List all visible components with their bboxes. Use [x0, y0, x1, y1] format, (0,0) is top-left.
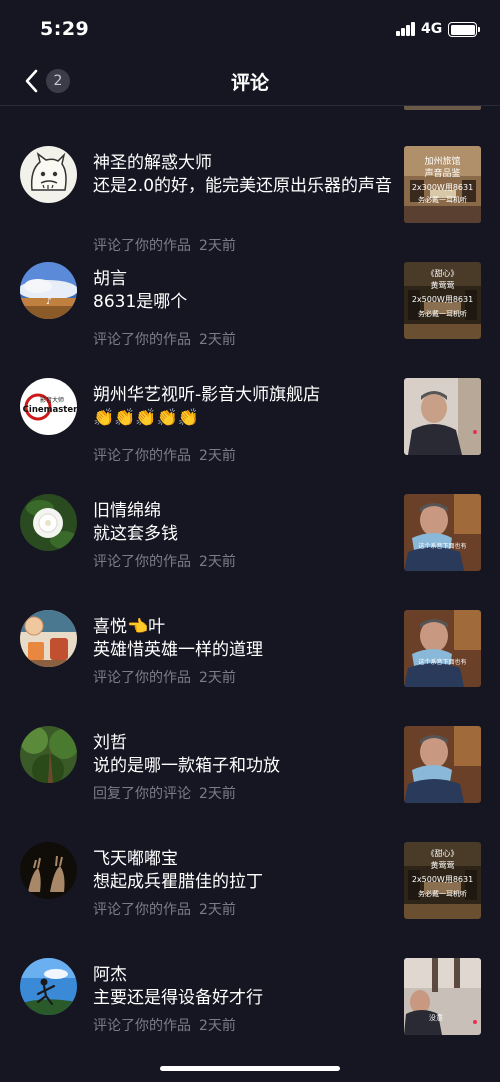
action-text: 回复了你的评论	[93, 786, 191, 802]
username[interactable]: 胡言	[93, 264, 127, 289]
avatar[interactable]	[20, 494, 77, 551]
thumb-caption: 这个系音下面也有	[418, 542, 466, 550]
list-item[interactable]: 神圣的解惑大师 还是2.0的好，能完美还原出乐器的声音 评论了你的作品 2天前 加…	[0, 120, 500, 254]
action-text: 评论了你的作品	[93, 332, 191, 348]
thumb-caption: 2x500W用8631	[412, 295, 473, 304]
thumb-caption: 这个系音下面也有	[418, 658, 466, 666]
thumb-caption: 2x300W用8631	[412, 183, 473, 192]
action-text: 评论了你的作品	[93, 902, 191, 918]
username[interactable]: 朔州华艺视听-影音大师旗舰店	[93, 380, 320, 405]
action-text: 评论了你的作品	[93, 554, 191, 570]
video-thumbnail[interactable]	[404, 378, 481, 455]
username[interactable]: 旧情绵绵	[93, 496, 161, 521]
action-text: 评论了你的作品	[93, 670, 191, 686]
nav-bar: 2 评论	[0, 56, 500, 106]
action-text: 评论了你的作品	[93, 448, 191, 464]
timestamp: 2天前	[199, 902, 236, 918]
avatar[interactable]	[20, 610, 77, 667]
comment-meta: 回复了你的评论 2天前	[93, 783, 236, 803]
comment-text: 👏👏👏👏👏	[93, 408, 199, 428]
thumb-caption: 黄莺莺	[431, 280, 455, 290]
avatar[interactable]	[20, 958, 77, 1015]
comment-meta: 评论了你的作品 2天前	[93, 667, 236, 687]
avatar[interactable]	[20, 146, 77, 203]
username[interactable]: 神圣的解惑大师	[93, 148, 212, 173]
video-thumbnail[interactable]: 加州旅馆 声音品鉴 2x300W用8631 务必戴一耳机听	[404, 146, 481, 223]
video-thumbnail	[404, 106, 481, 110]
username[interactable]: 阿杰	[93, 960, 127, 985]
thumb-caption: 加州旅馆	[424, 155, 460, 167]
list-item[interactable]: 阿杰 主要还是得设备好才行 评论了你的作品 2天前 没意	[0, 932, 500, 1048]
video-thumbnail[interactable]: 《甜心》 黄莺莺 2x500W用8631 务必戴一耳机听	[404, 842, 481, 919]
username[interactable]: 刘哲	[93, 728, 127, 753]
signal-icon	[396, 22, 416, 36]
avatar[interactable]: ♪	[20, 262, 77, 319]
status-bar: 5:29 4G	[0, 0, 500, 56]
page-title: 评论	[230, 72, 269, 94]
thumb-caption: 务必戴一耳机听	[418, 309, 467, 318]
thumb-caption: 声音品鉴	[424, 167, 460, 179]
avatar[interactable]	[20, 842, 77, 899]
username[interactable]: 喜悦👈叶	[93, 612, 165, 637]
video-thumbnail[interactable]: 这个系音下面也有	[404, 494, 481, 571]
battery-icon	[448, 22, 480, 37]
action-text: 评论了你的作品	[93, 1018, 191, 1034]
comment-text: 就这套多钱	[93, 524, 178, 544]
comment-text: 主要还是得设备好才行	[93, 988, 263, 1008]
thumb-caption: 务必戴一耳机听	[418, 889, 467, 898]
thumb-caption: 《甜心》	[427, 268, 459, 278]
list-item[interactable]: 旧情绵绵 就这套多钱 评论了你的作品 2天前 这个系音下面也有	[0, 468, 500, 584]
avatar[interactable]: 影音大师 Cinemaster	[20, 378, 77, 435]
video-thumbnail[interactable]: 没意	[404, 958, 481, 1035]
comment-meta: 评论了你的作品 2天前	[93, 329, 236, 349]
thumb-caption: 务必戴一耳机听	[418, 195, 467, 204]
timestamp: 2天前	[199, 448, 236, 464]
comment-text: 说的是哪一款箱子和功放	[93, 756, 280, 776]
comment-meta: 评论了你的作品 2天前	[93, 551, 236, 571]
avatar[interactable]	[20, 726, 77, 783]
comment-text: 还是2.0的好，能完美还原出乐器的声音	[93, 176, 393, 196]
timestamp: 2天前	[199, 786, 236, 802]
thumb-caption: 黄莺莺	[431, 860, 455, 870]
list-item[interactable]: 影音大师 Cinemaster 朔州华艺视听-影音大师旗舰店 👏👏👏👏👏 评论了…	[0, 352, 500, 468]
list-item[interactable]: 飞天嘟嘟宝 想起成兵瞿腊佳的拉丁 评论了你的作品 2天前 《甜心》 黄莺莺 2x5…	[0, 816, 500, 932]
video-thumbnail[interactable]: 《甜心》 黄莺莺 2x500W用8631 务必戴一耳机听	[404, 262, 481, 339]
svg-text:♪: ♪	[46, 297, 52, 307]
timestamp: 2天前	[199, 1018, 236, 1034]
comment-text: 想起成兵瞿腊佳的拉丁	[93, 872, 263, 892]
video-thumbnail[interactable]: 这个系音下面也有	[404, 610, 481, 687]
comment-meta: 评论了你的作品 2天前	[93, 445, 236, 465]
list-item[interactable]: ♪ 胡言 8631是哪个 评论了你的作品 2天前 《甜心》 黄莺莺 2x500W用…	[0, 236, 500, 352]
status-time: 5:29	[40, 18, 90, 40]
comment-list[interactable]: · 神圣的解惑大师 还是2.0的好，能完美还原出乐器的声音 评论了你的作品 2天前	[0, 106, 500, 1061]
video-thumbnail[interactable]	[404, 726, 481, 803]
list-item-partial: ·	[0, 106, 500, 120]
comment-text: 英雄惜英雄一样的道理	[93, 640, 263, 660]
thumb-caption: 2x500W用8631	[412, 875, 473, 884]
username[interactable]: 飞天嘟嘟宝	[93, 844, 178, 869]
list-item[interactable]: 喜悦👈叶 英雄惜英雄一样的道理 评论了你的作品 2天前 这个系音下面也有	[0, 584, 500, 700]
thumb-caption: 没意	[429, 1013, 443, 1022]
network-type: 4G	[421, 21, 443, 37]
home-indicator[interactable]	[160, 1066, 340, 1071]
avatar-brand-text: 影音大师	[40, 396, 64, 404]
comment-meta: 评论了你的作品 2天前	[93, 899, 236, 919]
list-item[interactable]: 刘哲 说的是哪一款箱子和功放 回复了你的评论 2天前	[0, 700, 500, 816]
timestamp: 2天前	[199, 554, 236, 570]
thumb-caption: 《甜心》	[427, 848, 459, 858]
avatar-brand-text: Cinemaster	[23, 405, 77, 415]
timestamp: 2天前	[199, 670, 236, 686]
battery-fill	[450, 24, 475, 35]
comment-meta: 评论了你的作品 2天前	[93, 1015, 236, 1035]
comment-text: 8631是哪个	[93, 292, 188, 312]
timestamp: 2天前	[199, 332, 236, 348]
